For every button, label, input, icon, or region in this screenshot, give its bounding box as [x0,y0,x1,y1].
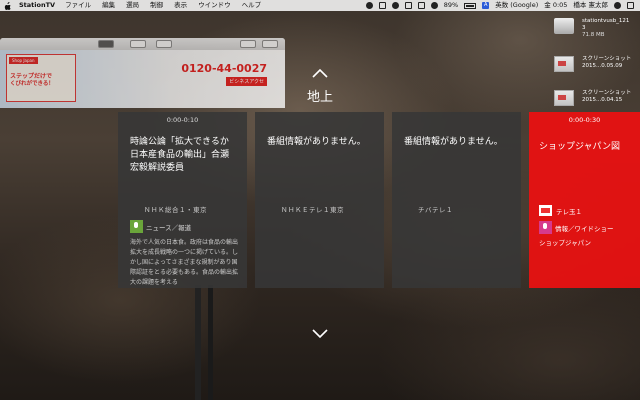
program-title: 番組情報がありません。 [404,137,503,147]
program-time: 0:00-0:10 [166,116,199,124]
spotlight-icon[interactable] [614,2,621,9]
channel-name: テレ玉１ [556,207,582,216]
menu-view[interactable]: 表示 [174,0,187,11]
program-title: 番組情報がありません。 [267,137,366,147]
channel-name: ＮＨＫＥテレ１東京 [281,206,344,214]
wifi-icon[interactable] [430,2,438,9]
station-logo-icon [539,205,552,216]
channel-card-selected[interactable]: 0:00-0:30 ショップジャパン図 テレ玉１ 情報／ワイドショー ショップジ… [529,112,640,288]
list-view-button[interactable] [262,40,278,48]
info-show-icon [539,221,552,234]
desktop-file-name: stationtvusb_1213 [582,18,630,31]
user-name[interactable]: 橋本 憲太郎 [573,0,608,11]
desktop-file-name: スクリーンショット 2015...0.05.09 [582,56,632,69]
notification-center-icon[interactable] [627,2,634,9]
timer-button[interactable] [156,40,172,48]
program-description: 海外で人気の日本食。政府は食品の輸出拡大を成長戦略の一つに掲げている。しかし国に… [130,239,239,286]
menu-edit[interactable]: 編集 [102,0,115,11]
program-title: ショップジャパン図 [539,142,621,152]
ad-tag: Shop Japan [9,57,38,64]
band-up-arrow-icon[interactable] [311,64,329,78]
band-title: 地上 [306,90,333,105]
genre-row: ニュース／報道 [130,220,191,233]
channel-name: チバテレ１ [418,206,453,214]
grid-view-button[interactable] [240,40,256,48]
cast-icon[interactable] [378,2,386,9]
play-button[interactable] [130,40,146,48]
menu-window[interactable]: ウインドウ [198,0,231,11]
genre-label: ニュース／報道 [146,223,192,232]
battery-percent[interactable]: 89% [444,0,458,11]
genre-row: 情報／ワイドショー [539,221,614,234]
input-source-icon[interactable]: A [482,2,490,9]
airplay-icon[interactable] [404,2,412,9]
apple-menu-icon[interactable] [4,1,11,10]
bluetooth-icon[interactable] [417,2,425,9]
program-title: 時論公論「拡大できるか日本産食品の輸出」合瀬宏毅解説委員 [130,137,230,173]
clock[interactable]: 金 0:05 [544,0,567,11]
channel-name: ＮＨＫ総合１・東京 [144,206,207,214]
app-menu[interactable]: StationTV [19,0,55,11]
ad-phone-sub: ビシネスアクセ [226,77,267,86]
menu-bar: StationTV ファイル 編集 選局 制御 表示 ウインドウ ヘルプ 89%… [0,0,640,11]
status-dot-icon[interactable] [365,2,373,9]
ad-phone: 0120-44-0027 [181,62,267,75]
channel-card[interactable]: 番組情報がありません。 ＮＨＫＥテレ１東京 [255,112,384,288]
channel-card[interactable]: 0:00-0:10 時論公論「拡大できるか日本産食品の輸出」合瀬宏毅解説委員 Ｎ… [118,112,247,288]
drive-icon [554,18,574,34]
menu-control[interactable]: 制御 [150,0,163,11]
program-time: 0:00-0:30 [568,116,601,124]
sync-icon[interactable] [391,2,399,9]
desktop-file-size: 71.8 MB [582,32,605,38]
program-subtitle: ショップジャパン [539,239,591,247]
background-pole [208,285,213,400]
channel-row: テレ玉１ [539,205,582,216]
battery-icon[interactable] [464,2,477,9]
input-method[interactable]: 英数 (Google) [495,0,538,11]
genre-label: 情報／ワイドショー [555,224,614,233]
band-down-arrow-icon[interactable] [311,324,329,339]
menu-help[interactable]: ヘルプ [242,0,262,11]
microphone-icon [130,220,143,233]
background-pole [195,285,201,400]
channel-card[interactable]: 番組情報がありません。 チバテレ１ [392,112,521,288]
menu-channel[interactable]: 選局 [126,0,139,11]
menu-file[interactable]: ファイル [65,0,91,11]
screenshot-thumbnail-icon [554,56,574,72]
view-mode-tv-button[interactable] [98,40,114,48]
window-toolbar [0,38,285,50]
